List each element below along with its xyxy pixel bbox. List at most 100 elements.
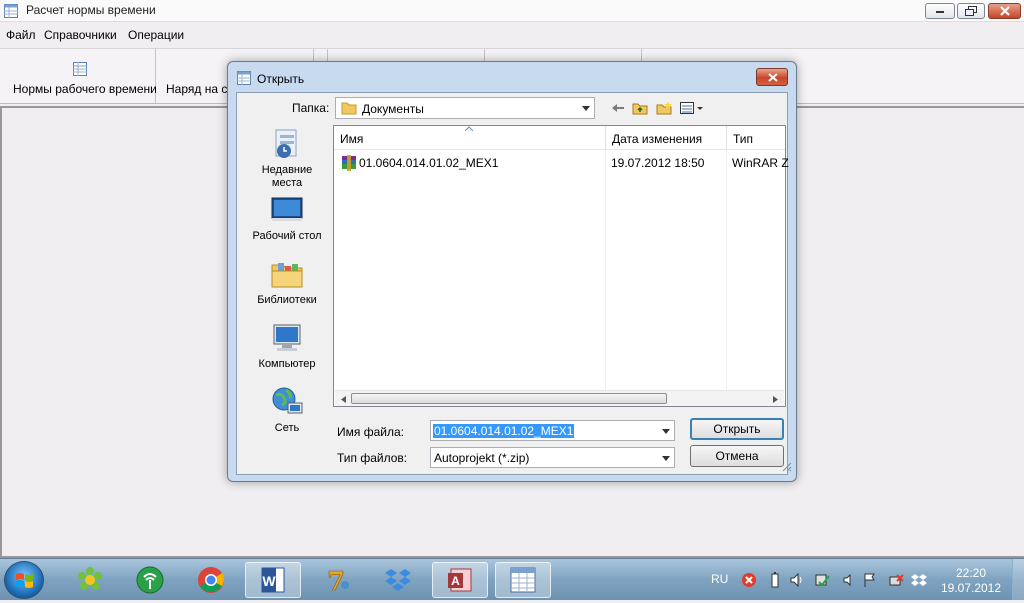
start-button[interactable] <box>4 561 44 599</box>
menu-references[interactable]: Справочники <box>44 28 117 42</box>
dialog-body: Папка: Документы Недавние места Рабочий … <box>236 92 789 475</box>
scrollbar-thumb[interactable] <box>351 393 667 404</box>
up-folder-button[interactable] <box>631 99 649 117</box>
taskbar-seven[interactable]: 7 <box>310 562 366 598</box>
chevron-down-icon[interactable] <box>658 449 673 467</box>
app-titlebar: Расчет нормы времени <box>0 0 1024 22</box>
column-header-date[interactable]: Дата изменения <box>606 126 727 149</box>
column-header-name[interactable]: Имя <box>334 126 606 149</box>
taskbar-word[interactable]: W <box>245 562 301 598</box>
place-label: Рабочий стол <box>252 230 322 242</box>
new-folder-icon <box>656 101 672 115</box>
tray-icon[interactable] <box>888 572 904 588</box>
restore-button[interactable] <box>957 3 985 19</box>
restore-icon <box>965 6 977 16</box>
svg-text:7: 7 <box>327 567 345 595</box>
chrome-icon <box>198 567 224 593</box>
view-details-icon <box>680 102 703 114</box>
file-name: 01.0604.014.01.02_MEX1 <box>359 156 499 170</box>
filename-value: 01.0604.014.01.02_MEX1 <box>433 424 575 438</box>
libraries-icon <box>271 263 303 288</box>
filetype-select[interactable]: Autoprojekt (*.zip) <box>430 447 675 468</box>
toolbar-button-work-time-norms[interactable]: Нормы рабочего времени <box>2 49 157 103</box>
clock[interactable]: 22:20 19.07.2012 <box>938 566 1004 596</box>
filetype-label: Тип файлов: <box>337 451 408 465</box>
taskbar-chrome[interactable] <box>183 562 239 598</box>
clock-date: 19.07.2012 <box>940 581 1002 595</box>
place-network[interactable]: Сеть <box>237 385 337 435</box>
chevron-down-icon[interactable] <box>578 99 593 117</box>
taskbar-table-app[interactable] <box>495 562 551 598</box>
tray-icon[interactable] <box>767 572 783 588</box>
file-list[interactable]: Имя Дата изменения Тип 01.0604.014.01.02… <box>333 125 789 407</box>
seven-icon: 7 <box>327 567 349 595</box>
table-icon <box>73 62 87 76</box>
scroll-right-icon[interactable] <box>768 392 782 406</box>
chevron-down-icon[interactable] <box>658 422 673 440</box>
winrar-archive-icon <box>342 155 356 171</box>
taskbar: W 7 A RU 22:20 19.07.2012 <box>0 558 1024 600</box>
minimize-button[interactable] <box>925 3 955 19</box>
tray-icon[interactable] <box>789 572 805 588</box>
folder-label: Папка: <box>292 101 330 115</box>
table-icon <box>4 4 18 18</box>
tray-icon[interactable] <box>814 572 830 588</box>
filename-label: Имя файла: <box>337 425 404 439</box>
place-libraries[interactable]: Библиотеки <box>237 257 337 307</box>
close-button[interactable] <box>988 3 1021 19</box>
places-bar: Недавние места Рабочий стол Библиотеки К… <box>237 127 329 434</box>
file-list-header: Имя Дата изменения Тип <box>334 126 785 150</box>
tray-icon[interactable] <box>862 572 878 588</box>
desktop-icon <box>271 197 303 221</box>
horizontal-scrollbar[interactable] <box>335 390 784 406</box>
table-icon <box>237 71 251 85</box>
open-button[interactable]: Открыть <box>690 418 784 440</box>
place-recent[interactable]: Недавние места <box>237 127 337 190</box>
taskbar-dropbox[interactable] <box>370 562 426 598</box>
back-arrow-icon <box>612 104 624 112</box>
show-desktop-button[interactable] <box>1012 559 1024 600</box>
language-indicator[interactable]: RU <box>711 572 728 586</box>
tray-icon[interactable] <box>840 572 856 588</box>
filename-input[interactable]: 01.0604.014.01.02_MEX1 <box>430 420 675 441</box>
toolbar-button-label: Нормы рабочего времени <box>13 82 157 96</box>
antivirus-icon <box>742 573 756 587</box>
resize-grip-icon[interactable] <box>780 460 792 472</box>
scroll-left-icon[interactable] <box>336 392 350 406</box>
dialog-title: Открыть <box>257 72 305 86</box>
column-header-label: Тип <box>733 132 754 146</box>
windows-logo-icon <box>16 573 33 588</box>
close-icon <box>999 6 1010 16</box>
menu-operations[interactable]: Операции <box>128 28 184 42</box>
new-folder-button[interactable] <box>655 99 673 117</box>
place-computer[interactable]: Компьютер <box>237 321 337 371</box>
column-divider <box>726 150 727 390</box>
column-header-label: Дата изменения <box>612 132 703 146</box>
recent-places-icon <box>275 129 297 158</box>
back-button[interactable] <box>609 99 627 117</box>
folder-icon <box>341 102 357 115</box>
folder-select[interactable]: Документы <box>335 97 595 119</box>
clock-time: 22:20 <box>955 566 987 580</box>
place-desktop[interactable]: Рабочий стол <box>237 193 337 243</box>
update-check-icon <box>815 574 830 587</box>
menu-file[interactable]: Файл <box>6 28 36 42</box>
column-header-type[interactable]: Тип <box>727 126 785 149</box>
place-label: Недавние места <box>261 164 313 189</box>
cancel-button[interactable]: Отмена <box>690 445 784 467</box>
speaker-icon <box>843 573 851 587</box>
taskbar-radio[interactable] <box>122 562 178 598</box>
taskbar-icq[interactable] <box>62 562 118 598</box>
file-row[interactable]: 01.0604.014.01.02_MEX1 19.07.2012 18:50 … <box>334 152 789 172</box>
place-label: Библиотеки <box>257 294 317 306</box>
dropbox-icon <box>385 569 411 591</box>
tray-icon[interactable] <box>911 572 927 588</box>
dialog-close-button[interactable] <box>756 68 788 86</box>
sort-ascending-icon <box>465 126 473 131</box>
minimize-icon <box>936 11 944 13</box>
dialog-titlebar[interactable]: Открыть <box>228 62 796 92</box>
taskbar-access[interactable]: A <box>432 562 488 598</box>
view-menu-button[interactable] <box>679 99 705 117</box>
word-icon: W <box>261 567 285 593</box>
tray-icon[interactable] <box>741 572 757 588</box>
